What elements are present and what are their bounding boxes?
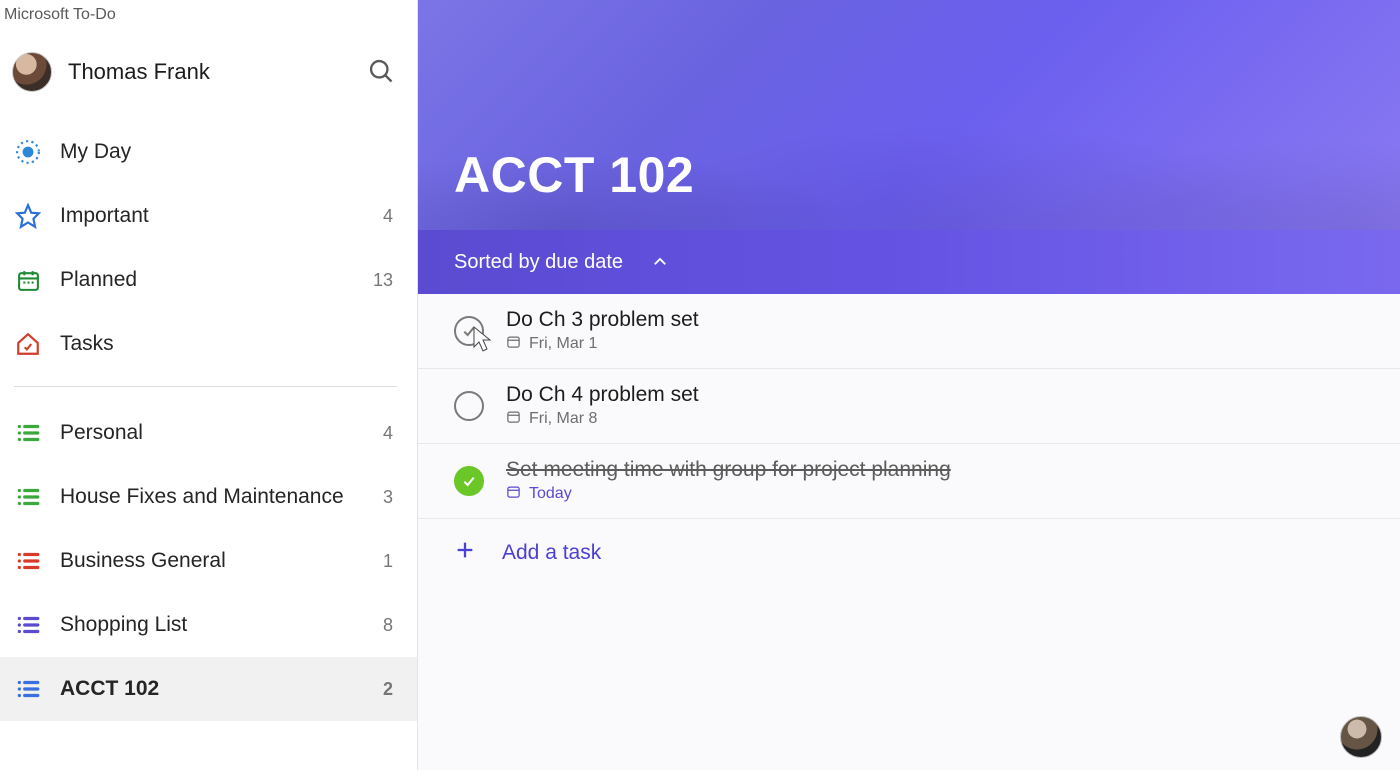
sidebar-item-label: House Fixes and Maintenance [60,485,355,509]
search-icon[interactable] [367,57,397,87]
user-row[interactable]: Thomas Frank [0,30,417,114]
home-icon [14,330,42,358]
task-checkbox[interactable] [454,316,484,346]
smart-lists: My Day Important 4 Planned 13 Tasks [0,114,417,376]
task-due: Fri, Mar 1 [506,334,1364,354]
sidebar-item-house[interactable]: House Fixes and Maintenance 3 [0,465,417,529]
task-list: Do Ch 3 problem set Fri, Mar 1 Do Ch 4 pro… [418,294,1400,770]
task-body: Do Ch 4 problem set Fri, Mar 8 [506,383,1364,429]
calendar-icon [14,266,42,294]
calendar-small-icon [506,484,521,504]
sidebar-item-count: 4 [373,206,393,227]
list-icon [14,483,42,511]
sidebar-item-count: 13 [373,270,393,291]
sidebar-item-label: Tasks [60,332,355,356]
sidebar-item-count: 8 [373,615,393,636]
sun-icon [14,138,42,166]
sidebar-item-important[interactable]: Important 4 [0,184,417,248]
user-name: Thomas Frank [68,59,351,85]
list-icon [14,419,42,447]
task-title: Set meeting time with group for project … [506,458,1364,482]
calendar-small-icon [506,409,521,429]
divider [14,386,397,387]
sidebar-item-business[interactable]: Business General 1 [0,529,417,593]
task-title: Do Ch 4 problem set [506,383,1364,407]
list-icon [14,611,42,639]
calendar-small-icon [506,334,521,354]
task-checkbox[interactable] [454,466,484,496]
sort-label: Sorted by due date [454,251,623,274]
task-title: Do Ch 3 problem set [506,308,1364,332]
sidebar-item-count: 1 [373,551,393,572]
corner-avatar[interactable] [1340,716,1382,758]
task-due: Today [506,484,1364,504]
list-icon [14,547,42,575]
chevron-up-icon[interactable] [651,253,669,271]
task-row[interactable]: Set meeting time with group for project … [418,444,1400,519]
task-body: Do Ch 3 problem set Fri, Mar 1 [506,308,1364,354]
task-due-text: Fri, Mar 8 [529,410,597,428]
sidebar-item-label: Business General [60,549,355,573]
sidebar-item-count: 2 [373,679,393,700]
task-due-text: Fri, Mar 1 [529,335,597,353]
main: ACCT 102 Sorted by due date Do Ch 3 prob… [418,0,1400,770]
sidebar-item-shopping[interactable]: Shopping List 8 [0,593,417,657]
list-icon [14,675,42,703]
sidebar-item-count: 3 [373,487,393,508]
sidebar-item-label: Planned [60,268,355,292]
sidebar-item-label: Personal [60,421,355,445]
sidebar-item-myday[interactable]: My Day [0,120,417,184]
sidebar: Microsoft To-Do Thomas Frank My Day Impor… [0,0,418,770]
sidebar-item-acct102[interactable]: ACCT 102 2 [0,657,417,721]
star-icon [14,202,42,230]
sidebar-item-label: My Day [60,140,355,164]
task-due-text: Today [529,485,572,503]
task-body: Set meeting time with group for project … [506,458,1364,504]
sidebar-item-planned[interactable]: Planned 13 [0,248,417,312]
app-title: Microsoft To-Do [0,0,417,30]
list-title: ACCT 102 [454,146,694,230]
task-checkbox[interactable] [454,391,484,421]
sidebar-item-label: Important [60,204,355,228]
add-task-button[interactable]: Add a task [418,519,1400,587]
task-due: Fri, Mar 8 [506,409,1364,429]
task-row[interactable]: Do Ch 4 problem set Fri, Mar 8 [418,369,1400,444]
sidebar-item-personal[interactable]: Personal 4 [0,401,417,465]
sidebar-item-label: Shopping List [60,613,355,637]
sidebar-item-count: 4 [373,423,393,444]
plus-icon [454,539,476,567]
task-row[interactable]: Do Ch 3 problem set Fri, Mar 1 [418,294,1400,369]
user-avatar[interactable] [12,52,52,92]
add-task-label: Add a task [502,541,601,565]
custom-lists: Personal 4 House Fixes and Maintenance 3 Bus… [0,395,417,721]
list-hero: ACCT 102 [418,0,1400,230]
sidebar-item-label: ACCT 102 [60,677,355,701]
sidebar-item-tasks[interactable]: Tasks [0,312,417,376]
sort-bar[interactable]: Sorted by due date [418,230,1400,294]
